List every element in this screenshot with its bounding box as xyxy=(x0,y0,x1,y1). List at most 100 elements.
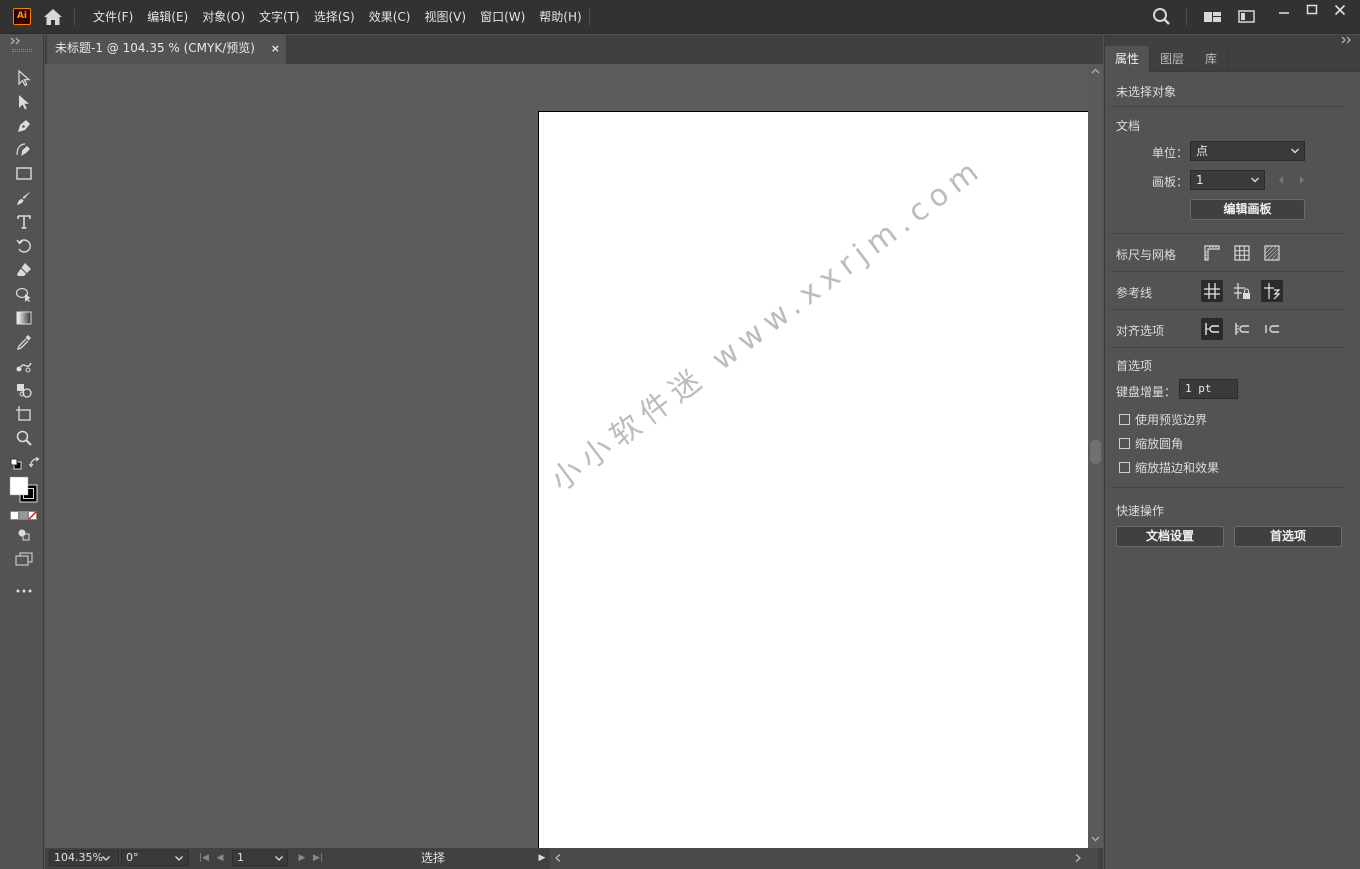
collapse-panel-icon[interactable] xyxy=(1341,36,1353,44)
symbol-sprayer-tool-icon[interactable] xyxy=(12,379,36,401)
keyboard-increment-label: 键盘增量： xyxy=(1116,385,1177,399)
snap-options-title: 对齐选项 xyxy=(1116,324,1165,338)
vertical-scroll-thumb[interactable] xyxy=(1090,440,1101,464)
chevron-down-icon xyxy=(1290,142,1300,160)
type-tool-icon[interactable] xyxy=(12,211,36,233)
close-window-icon[interactable] xyxy=(1326,0,1354,20)
maximize-icon[interactable] xyxy=(1298,0,1326,20)
horizontal-scrollbar[interactable] xyxy=(550,848,1329,869)
home-icon[interactable] xyxy=(43,8,63,26)
next-artboard-icon[interactable]: ▶ xyxy=(296,851,308,865)
menu-type[interactable]: 文字(T) xyxy=(252,0,307,34)
fill-stroke-swatch[interactable] xyxy=(9,476,39,504)
use-preview-bounds-checkbox[interactable]: 使用预览边界 xyxy=(1119,411,1207,428)
menu-window[interactable]: 窗口(W) xyxy=(473,0,532,34)
paintbrush-tool-icon[interactable] xyxy=(12,187,36,209)
document-tab-title: 未标题-1 @ 104.35 % (CMYK/预览) xyxy=(55,41,255,55)
menu-effect[interactable]: 效果(C) xyxy=(362,0,418,34)
toolbar-grip[interactable] xyxy=(12,49,32,52)
blend-tool-icon[interactable] xyxy=(12,355,36,377)
keyboard-increment-input[interactable]: 1 pt xyxy=(1179,379,1238,399)
preferences-button[interactable]: 首选项 xyxy=(1234,526,1342,547)
scroll-up-icon[interactable] xyxy=(1091,68,1100,74)
tab-libraries[interactable]: 库 xyxy=(1195,46,1229,72)
panel-tabs: 属性 图层 库 xyxy=(1105,46,1360,72)
arrange-documents-icon[interactable] xyxy=(1202,7,1224,27)
collapse-toolbar-icon[interactable] xyxy=(10,37,22,45)
direct-selection-tool-icon[interactable] xyxy=(12,91,36,113)
selection-tool-icon[interactable] xyxy=(12,67,36,89)
color-mode-icon[interactable] xyxy=(10,511,38,520)
chevron-down-icon xyxy=(1250,171,1260,189)
artboard-tool-icon[interactable] xyxy=(12,403,36,425)
first-artboard-icon[interactable]: |◀ xyxy=(198,851,210,865)
previous-artboard-arrow-icon[interactable] xyxy=(1277,175,1285,185)
checkbox-box[interactable] xyxy=(1119,462,1130,473)
artboard-dropdown-icon[interactable] xyxy=(274,851,286,865)
document-tab-bar: 未标题-1 @ 104.35 % (CMYK/预览) × xyxy=(45,35,1103,64)
next-artboard-arrow-icon[interactable] xyxy=(1298,175,1306,185)
zoom-dropdown-icon[interactable] xyxy=(101,851,113,865)
menu-file[interactable]: 文件(F) xyxy=(86,0,140,34)
minimize-icon[interactable] xyxy=(1270,0,1298,20)
unit-select[interactable]: 点 xyxy=(1190,141,1305,161)
zoom-level-value: 104.35% xyxy=(54,851,103,864)
shape-builder-tool-icon[interactable] xyxy=(12,283,36,305)
smart-guides-icon[interactable] xyxy=(1261,280,1283,302)
gradient-tool-icon[interactable] xyxy=(12,307,36,329)
workspace-switcher-icon[interactable] xyxy=(1236,7,1258,27)
screen-mode-icon[interactable] xyxy=(12,548,36,570)
default-fill-stroke-icon[interactable] xyxy=(10,458,22,470)
eraser-tool-icon[interactable] xyxy=(12,259,36,281)
artboard[interactable] xyxy=(538,111,1088,848)
lock-guides-icon[interactable] xyxy=(1231,280,1253,302)
status-menu-icon[interactable]: ▶ xyxy=(536,851,548,865)
rectangle-tool-icon[interactable] xyxy=(12,163,36,185)
transparency-grid-icon[interactable] xyxy=(1261,242,1283,264)
more-tools-icon[interactable] xyxy=(12,580,36,602)
menu-bar: Ai 文件(F) 编辑(E) 对象(O) 文字(T) 选择(S) 效果(C) 视… xyxy=(0,0,1360,34)
tab-properties[interactable]: 属性 xyxy=(1105,46,1151,72)
guides-title: 参考线 xyxy=(1116,286,1153,300)
checkbox-box[interactable] xyxy=(1119,438,1130,449)
artboard-select[interactable]: 1 xyxy=(1190,170,1265,190)
scale-corners-checkbox[interactable]: 缩放圆角 xyxy=(1119,435,1183,452)
search-icon[interactable] xyxy=(1151,7,1173,27)
edit-artboard-button[interactable]: 编辑画板 xyxy=(1190,199,1305,220)
grid-icon[interactable] xyxy=(1231,242,1253,264)
rotate-tool-icon[interactable] xyxy=(12,235,36,257)
document-setup-button[interactable]: 文档设置 xyxy=(1116,526,1224,547)
zoom-tool-icon[interactable] xyxy=(12,427,36,449)
scroll-right-icon[interactable] xyxy=(1074,851,1086,865)
drawing-mode-icon[interactable] xyxy=(12,524,36,546)
scroll-left-icon[interactable] xyxy=(554,851,566,865)
document-tab[interactable]: 未标题-1 @ 104.35 % (CMYK/预览) × xyxy=(47,35,287,64)
pen-tool-icon[interactable] xyxy=(12,115,36,137)
show-guides-icon[interactable] xyxy=(1201,280,1223,302)
menu-view[interactable]: 视图(V) xyxy=(417,0,473,34)
menu-object[interactable]: 对象(O) xyxy=(195,0,252,34)
scroll-down-icon[interactable] xyxy=(1091,836,1100,842)
tab-layers[interactable]: 图层 xyxy=(1150,46,1196,72)
snap-to-glyph-icon[interactable] xyxy=(1261,318,1283,340)
snap-to-pixel-icon[interactable] xyxy=(1201,318,1223,340)
menu-help[interactable]: 帮助(H) xyxy=(532,0,588,34)
tool-status-text[interactable]: 选择 xyxy=(333,848,533,869)
preferences-title: 首选项 xyxy=(1116,359,1153,373)
snap-to-point-icon[interactable] xyxy=(1231,318,1253,340)
rotation-dropdown-icon[interactable] xyxy=(174,851,186,865)
checkbox-box[interactable] xyxy=(1119,414,1130,425)
previous-artboard-icon[interactable]: ◀ xyxy=(214,851,226,865)
canvas[interactable]: 小小软件迷 www.xxrjm.com xyxy=(45,64,1088,848)
eyedropper-tool-icon[interactable] xyxy=(12,331,36,353)
last-artboard-icon[interactable]: ▶| xyxy=(312,851,324,865)
menu-select[interactable]: 选择(S) xyxy=(307,0,362,34)
close-tab-icon[interactable]: × xyxy=(271,35,280,62)
menu-edit[interactable]: 编辑(E) xyxy=(140,0,195,34)
scale-strokes-effects-checkbox[interactable]: 缩放描边和效果 xyxy=(1119,459,1219,476)
ruler-icon[interactable] xyxy=(1201,242,1223,264)
swap-fill-stroke-icon[interactable] xyxy=(29,457,41,469)
selection-status: 未选择对象 xyxy=(1116,85,1177,99)
artboard-number-value: 1 xyxy=(237,851,244,864)
curvature-tool-icon[interactable] xyxy=(12,139,36,161)
